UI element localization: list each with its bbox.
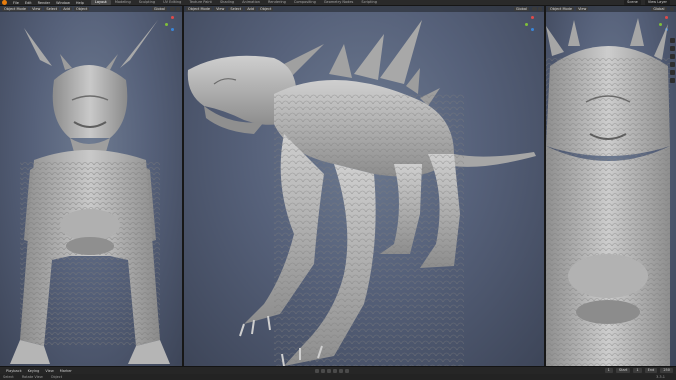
- mode-dropdown[interactable]: Object Mode: [186, 6, 213, 12]
- keying-menu[interactable]: Keying: [25, 369, 43, 373]
- tab-layout[interactable]: Layout: [90, 0, 111, 5]
- tool-icon[interactable]: [670, 78, 675, 83]
- timeline-bar: Playback Keying View Marker 1 Start 1 En…: [0, 366, 676, 374]
- tab-sculpting[interactable]: Sculpting: [135, 0, 159, 5]
- tab-shading[interactable]: Shading: [216, 0, 238, 5]
- play-icon[interactable]: [332, 368, 337, 373]
- transform-orientation[interactable]: Global: [651, 6, 667, 12]
- end-frame-field[interactable]: 250: [660, 368, 673, 373]
- playback-menu[interactable]: Playback: [3, 369, 25, 373]
- menu-render[interactable]: Render: [35, 1, 53, 5]
- tool-shelf: [670, 38, 675, 83]
- next-keyframe-icon[interactable]: [338, 368, 343, 373]
- mode-dropdown[interactable]: Object Mode: [548, 6, 575, 12]
- menu-window[interactable]: Window: [53, 1, 73, 5]
- view-layer-selector[interactable]: View Layer: [644, 0, 670, 5]
- select-menu[interactable]: Select: [44, 6, 60, 12]
- tab-compositing[interactable]: Compositing: [290, 0, 320, 5]
- tool-icon[interactable]: [670, 62, 675, 67]
- shading-solid-icon[interactable]: [537, 6, 542, 12]
- tab-scripting[interactable]: Scripting: [357, 0, 381, 5]
- view-menu[interactable]: View: [42, 369, 56, 373]
- overlay-icon[interactable]: [170, 6, 175, 12]
- blender-logo-icon[interactable]: [2, 0, 7, 5]
- creature-front-view: [10, 20, 170, 364]
- view-menu[interactable]: View: [30, 6, 43, 12]
- end-frame-label: End: [644, 368, 658, 373]
- tab-texture-paint[interactable]: Texture Paint: [185, 0, 216, 5]
- tool-icon[interactable]: [670, 54, 675, 59]
- current-frame-field[interactable]: 1: [604, 368, 613, 373]
- status-bar: Select Rotate View Object 3.3.1: [0, 374, 676, 380]
- transform-orientation[interactable]: Global: [513, 6, 529, 12]
- viewport-perspective[interactable]: Object Mode View Select Add Object Globa…: [184, 6, 544, 366]
- view-menu[interactable]: View: [576, 6, 589, 12]
- playback-controls: [314, 368, 349, 373]
- menu-file[interactable]: File: [10, 1, 22, 5]
- version-label: 3.3.1: [656, 375, 665, 379]
- tab-animation[interactable]: Animation: [238, 0, 264, 5]
- play-reverse-icon[interactable]: [326, 368, 331, 373]
- tool-icon[interactable]: [670, 70, 675, 75]
- object-menu[interactable]: Object: [257, 6, 274, 12]
- workspace-tabs: Layout Modeling Sculpting UV Editing Tex…: [90, 0, 381, 5]
- tab-modeling[interactable]: Modeling: [111, 0, 135, 5]
- start-frame-label: Start: [615, 368, 631, 373]
- menu-help[interactable]: Help: [73, 1, 87, 5]
- creature-perspective-view: [187, 20, 536, 366]
- viewport-header: Object Mode View Select Add Object Globa…: [184, 6, 544, 12]
- add-menu[interactable]: Add: [61, 6, 72, 12]
- marker-menu[interactable]: Marker: [57, 369, 75, 373]
- mode-dropdown[interactable]: Object Mode: [2, 6, 29, 12]
- tab-uv-editing[interactable]: UV Editing: [159, 0, 185, 5]
- status-object: Object: [50, 375, 63, 379]
- tab-rendering[interactable]: Rendering: [264, 0, 290, 5]
- add-menu[interactable]: Add: [245, 6, 256, 12]
- start-frame-field[interactable]: 1: [633, 368, 642, 373]
- object-menu[interactable]: Object: [73, 6, 90, 12]
- overlay-icon[interactable]: [532, 6, 537, 12]
- menu-edit[interactable]: Edit: [22, 1, 35, 5]
- view-menu[interactable]: View: [214, 6, 227, 12]
- prev-keyframe-icon[interactable]: [320, 368, 325, 373]
- select-menu[interactable]: Select: [228, 6, 244, 12]
- scene-selector[interactable]: Scene: [624, 0, 641, 5]
- creature-closeup-view: [546, 18, 670, 366]
- shading-solid-icon[interactable]: [175, 6, 180, 12]
- tool-icon[interactable]: [670, 46, 675, 51]
- jump-start-icon[interactable]: [314, 368, 319, 373]
- transform-orientation[interactable]: Global: [151, 6, 167, 12]
- tool-icon[interactable]: [670, 38, 675, 43]
- viewport-header: Object Mode View Select Add Object Globa…: [0, 6, 182, 12]
- viewport-front[interactable]: Object Mode View Select Add Object Globa…: [0, 6, 182, 366]
- tab-geometry-nodes[interactable]: Geometry Nodes: [320, 0, 358, 5]
- shading-solid-icon[interactable]: [669, 6, 674, 12]
- status-rotate: Rotate View: [21, 375, 43, 379]
- jump-end-icon[interactable]: [344, 368, 349, 373]
- viewport-header: Object Mode View Global: [546, 6, 676, 12]
- status-select: Select: [3, 375, 14, 379]
- viewport-front-closeup[interactable]: Object Mode View Global: [546, 6, 676, 366]
